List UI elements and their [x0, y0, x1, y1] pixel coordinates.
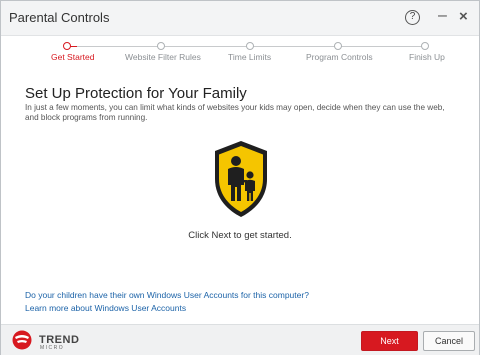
step-dot [63, 42, 71, 50]
footer-bar: TREND MICRO Next Cancel [1, 324, 479, 355]
family-shield-icon [215, 141, 267, 217]
step-label: Website Filter Rules [125, 52, 201, 62]
title-bar: Parental Controls ? – × [1, 1, 479, 36]
trend-micro-submark: MICRO [40, 345, 65, 351]
page-title: Set Up Protection for Your Family [25, 85, 247, 102]
step-dot [157, 42, 165, 50]
step-label: Program Controls [306, 52, 373, 62]
window-title: Parental Controls [9, 10, 110, 25]
get-started-hint: Click Next to get started. [188, 230, 292, 241]
step-dot [246, 42, 254, 50]
windows-accounts-question-link[interactable]: Do your children have their own Windows … [25, 290, 309, 300]
step-dot [421, 42, 429, 50]
page-description: In just a few moments, you can limit wha… [25, 103, 445, 122]
trend-micro-logo: TREND MICRO [11, 330, 101, 351]
step-label: Time Limits [228, 52, 272, 62]
trend-micro-logo-icon [12, 330, 32, 350]
parental-controls-window: Parental Controls ? – × Get Started Webs… [0, 0, 480, 355]
close-button[interactable]: × [459, 8, 468, 25]
step-label: Finish Up [409, 52, 445, 62]
learn-more-accounts-link[interactable]: Learn more about Windows User Accounts [25, 303, 186, 313]
minimize-button[interactable]: – [438, 7, 447, 25]
step-dot [334, 42, 342, 50]
help-icon[interactable]: ? [405, 10, 420, 25]
step-label: Get Started [51, 52, 95, 62]
cancel-button[interactable]: Cancel [423, 331, 475, 351]
setup-stepper: Get Started Website Filter Rules Time Li… [1, 35, 479, 65]
next-button[interactable]: Next [361, 331, 418, 351]
